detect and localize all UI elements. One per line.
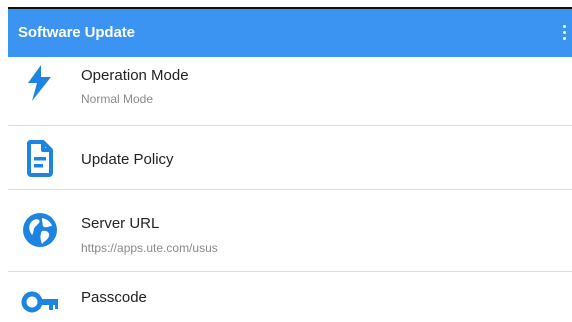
- settings-item-title: Update Policy: [81, 151, 174, 168]
- app-window: Software Update Operation Mode Normal Mo…: [0, 0, 572, 322]
- page-title: Software Update: [18, 24, 135, 41]
- document-icon: [20, 138, 60, 178]
- top-app-bar: Software Update: [8, 7, 572, 57]
- more-vert-icon: [563, 31, 566, 34]
- overflow-menu-button[interactable]: [558, 17, 572, 47]
- more-vert-icon: [563, 37, 566, 40]
- settings-item-title: Server URL: [81, 215, 160, 232]
- settings-item-subtitle: https://apps.ute.com/usus: [81, 241, 218, 255]
- globe-icon: [20, 210, 60, 250]
- settings-item-passcode[interactable]: Passcode: [8, 272, 572, 322]
- settings-item-update-policy[interactable]: Update Policy: [8, 126, 572, 190]
- settings-item-server-url[interactable]: Server URL https://apps.ute.com/usus: [8, 190, 572, 272]
- settings-item-title: Passcode: [81, 289, 147, 306]
- more-vert-icon: [563, 25, 566, 28]
- settings-item-title: Operation Mode: [81, 67, 189, 84]
- flash-icon: [20, 63, 60, 103]
- settings-list: Operation Mode Normal Mode Update Policy: [8, 57, 572, 322]
- key-icon: [20, 282, 60, 322]
- settings-item-subtitle: Normal Mode: [81, 92, 154, 106]
- settings-item-operation-mode[interactable]: Operation Mode Normal Mode: [8, 57, 572, 126]
